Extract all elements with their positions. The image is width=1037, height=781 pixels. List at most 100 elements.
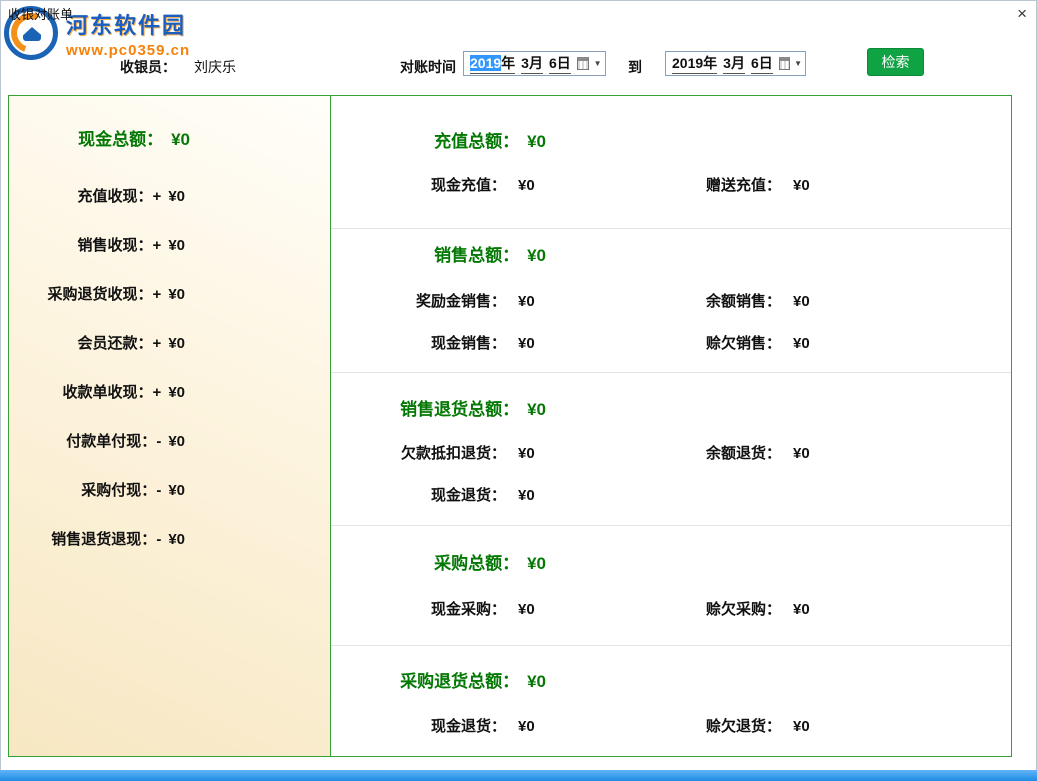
cash-summary-panel: 现金总额：¥0 充值收现：+¥0 销售收现：+¥0 采购退货收现：+¥0 会员还… xyxy=(9,96,331,756)
chevron-down-icon[interactable]: ▼ xyxy=(593,59,602,68)
section-recharge-total: 充值总额： ¥0 现金充值： ¥0 赠送充值： ¥0 xyxy=(331,96,1011,229)
date-from-day-segment[interactable]: 6日 xyxy=(549,53,571,74)
stat-label: 现金退货： xyxy=(331,475,506,517)
row-value: ¥0 xyxy=(168,531,185,548)
date-to-month-segment[interactable]: 3月 xyxy=(723,53,745,74)
stat-label: 现金销售： xyxy=(331,323,506,365)
cash-total-title: 现金总额： ¥0 xyxy=(9,122,330,158)
stat-value: ¥0 xyxy=(781,165,841,207)
row-label: 收款单收现： xyxy=(63,384,153,401)
stat-value: ¥0 xyxy=(506,589,566,631)
row-sign: - xyxy=(156,433,161,450)
date-to-year-segment[interactable]: 2019年 xyxy=(672,53,717,74)
section-title: 采购总额： ¥0 xyxy=(331,546,546,582)
date-to-picker[interactable]: 2019年 3月 6日 ▼ xyxy=(665,51,806,76)
stat-label: 现金充值： xyxy=(331,165,506,207)
reconciliation-panel: 现金总额：¥0 充值收现：+¥0 销售收现：+¥0 采购退货收现：+¥0 会员还… xyxy=(8,95,1012,757)
stat-row: 现金销售： ¥0 赊欠销售： ¥0 xyxy=(331,323,1011,365)
date-from-year-segment[interactable]: 2019年 xyxy=(470,53,515,74)
cash-total-value: ¥0 xyxy=(171,130,190,149)
section-purchase-total: 采购总额： ¥0 现金采购： ¥0 赊欠采购： ¥0 xyxy=(331,526,1011,646)
stat-row: 现金退货： ¥0 xyxy=(331,475,1011,517)
section-title-value: ¥0 xyxy=(527,132,546,151)
row-sign: + xyxy=(153,237,162,254)
stat-label: 欠款抵扣退货： xyxy=(331,433,506,475)
section-title-value: ¥0 xyxy=(527,246,546,265)
window-bottom-edge xyxy=(0,770,1037,781)
row-value: ¥0 xyxy=(168,188,185,205)
stat-value: ¥0 xyxy=(506,706,566,748)
detail-panel: 充值总额： ¥0 现金充值： ¥0 赠送充值： ¥0 销售总额： ¥0 奖励金销售：… xyxy=(331,96,1011,756)
stat-value: ¥0 xyxy=(506,281,566,323)
cash-flow-row: 销售收现：+ ¥0 xyxy=(9,221,330,270)
stat-value: ¥0 xyxy=(506,475,566,517)
row-sign: + xyxy=(153,384,162,401)
row-label: 销售收现： xyxy=(78,237,153,254)
cashier-name: 刘庆乐 xyxy=(194,59,236,75)
section-title-label: 采购总额： xyxy=(434,554,519,573)
chevron-down-icon[interactable]: ▼ xyxy=(794,59,802,68)
row-label: 采购退货收现： xyxy=(48,286,153,303)
section-title-value: ¥0 xyxy=(527,672,546,691)
row-sign: - xyxy=(156,531,161,548)
section-title-label: 销售总额： xyxy=(434,246,519,265)
stat-row: 现金采购： ¥0 赊欠采购： ¥0 xyxy=(331,589,1011,631)
search-button[interactable]: 检索 xyxy=(867,48,924,76)
stat-value: ¥0 xyxy=(506,433,566,475)
row-sign: + xyxy=(153,286,162,303)
stat-label: 赠送充值： xyxy=(566,165,781,207)
row-value: ¥0 xyxy=(168,482,185,499)
window-title: 收银对账单 xyxy=(8,4,73,23)
row-value: ¥0 xyxy=(168,286,185,303)
cash-flow-row: 充值收现：+ ¥0 xyxy=(9,172,330,221)
section-title-value: ¥0 xyxy=(527,400,546,419)
stat-value: ¥0 xyxy=(781,706,841,748)
date-from-picker[interactable]: 2019年 3月 6日 ▼ xyxy=(463,51,606,76)
cash-flow-row: 会员还款：+ ¥0 xyxy=(9,319,330,368)
date-to-day-segment[interactable]: 6日 xyxy=(751,53,773,74)
stat-label: 现金退货： xyxy=(331,706,506,748)
stat-row: 现金退货： ¥0 赊欠退货： ¥0 xyxy=(331,706,1011,748)
stat-row: 现金充值： ¥0 赠送充值： ¥0 xyxy=(331,165,1011,207)
stat-value: ¥0 xyxy=(781,281,841,323)
date-from-month-segment[interactable]: 3月 xyxy=(521,53,543,74)
stat-label: 赊欠采购： xyxy=(566,589,781,631)
section-title: 销售退货总额： ¥0 xyxy=(331,392,546,428)
stat-label: 赊欠销售： xyxy=(566,323,781,365)
row-label: 采购付现： xyxy=(81,482,156,499)
section-sales-return-total: 销售退货总额： ¥0 欠款抵扣退货： ¥0 余额退货： ¥0 现金退货： ¥0 xyxy=(331,373,1011,526)
calendar-icon[interactable] xyxy=(577,57,589,70)
section-title-label: 销售退货总额： xyxy=(400,400,519,419)
section-title-label: 充值总额： xyxy=(434,132,519,151)
to-label: 到 xyxy=(628,57,642,77)
row-label: 充值收现： xyxy=(78,188,153,205)
section-title: 销售总额： ¥0 xyxy=(331,238,546,274)
stat-row: 欠款抵扣退货： ¥0 余额退货： ¥0 xyxy=(331,433,1011,475)
stat-value: ¥0 xyxy=(781,589,841,631)
row-value: ¥0 xyxy=(168,433,185,450)
section-title: 充值总额： ¥0 xyxy=(331,124,546,160)
row-value: ¥0 xyxy=(168,335,185,352)
stat-label: 赊欠退货： xyxy=(566,706,781,748)
row-value: ¥0 xyxy=(168,384,185,401)
close-icon[interactable]: × xyxy=(1001,5,1027,22)
title-bar: 收银对账单 × xyxy=(0,0,1037,26)
section-title-value: ¥0 xyxy=(527,554,546,573)
stat-label: 奖励金销售： xyxy=(331,281,506,323)
cash-total-label: 现金总额： xyxy=(78,130,163,149)
calendar-icon[interactable] xyxy=(779,57,790,70)
cashier-field: 收银员：刘庆乐 xyxy=(120,57,236,77)
stat-value: ¥0 xyxy=(781,323,841,365)
section-title: 采购退货总额：¥0 xyxy=(331,664,546,700)
row-label: 会员还款： xyxy=(78,335,153,352)
stat-row: 奖励金销售： ¥0 余额销售： ¥0 xyxy=(331,281,1011,323)
row-sign: + xyxy=(153,335,162,352)
row-sign: + xyxy=(153,188,162,205)
stat-value: ¥0 xyxy=(506,323,566,365)
row-sign: - xyxy=(156,482,161,499)
site-url: www.pc0359.cn xyxy=(66,42,190,59)
stat-label: 现金采购： xyxy=(331,589,506,631)
stat-value: ¥0 xyxy=(781,433,841,475)
row-value: ¥0 xyxy=(168,237,185,254)
period-label: 对账时间 xyxy=(400,57,456,77)
